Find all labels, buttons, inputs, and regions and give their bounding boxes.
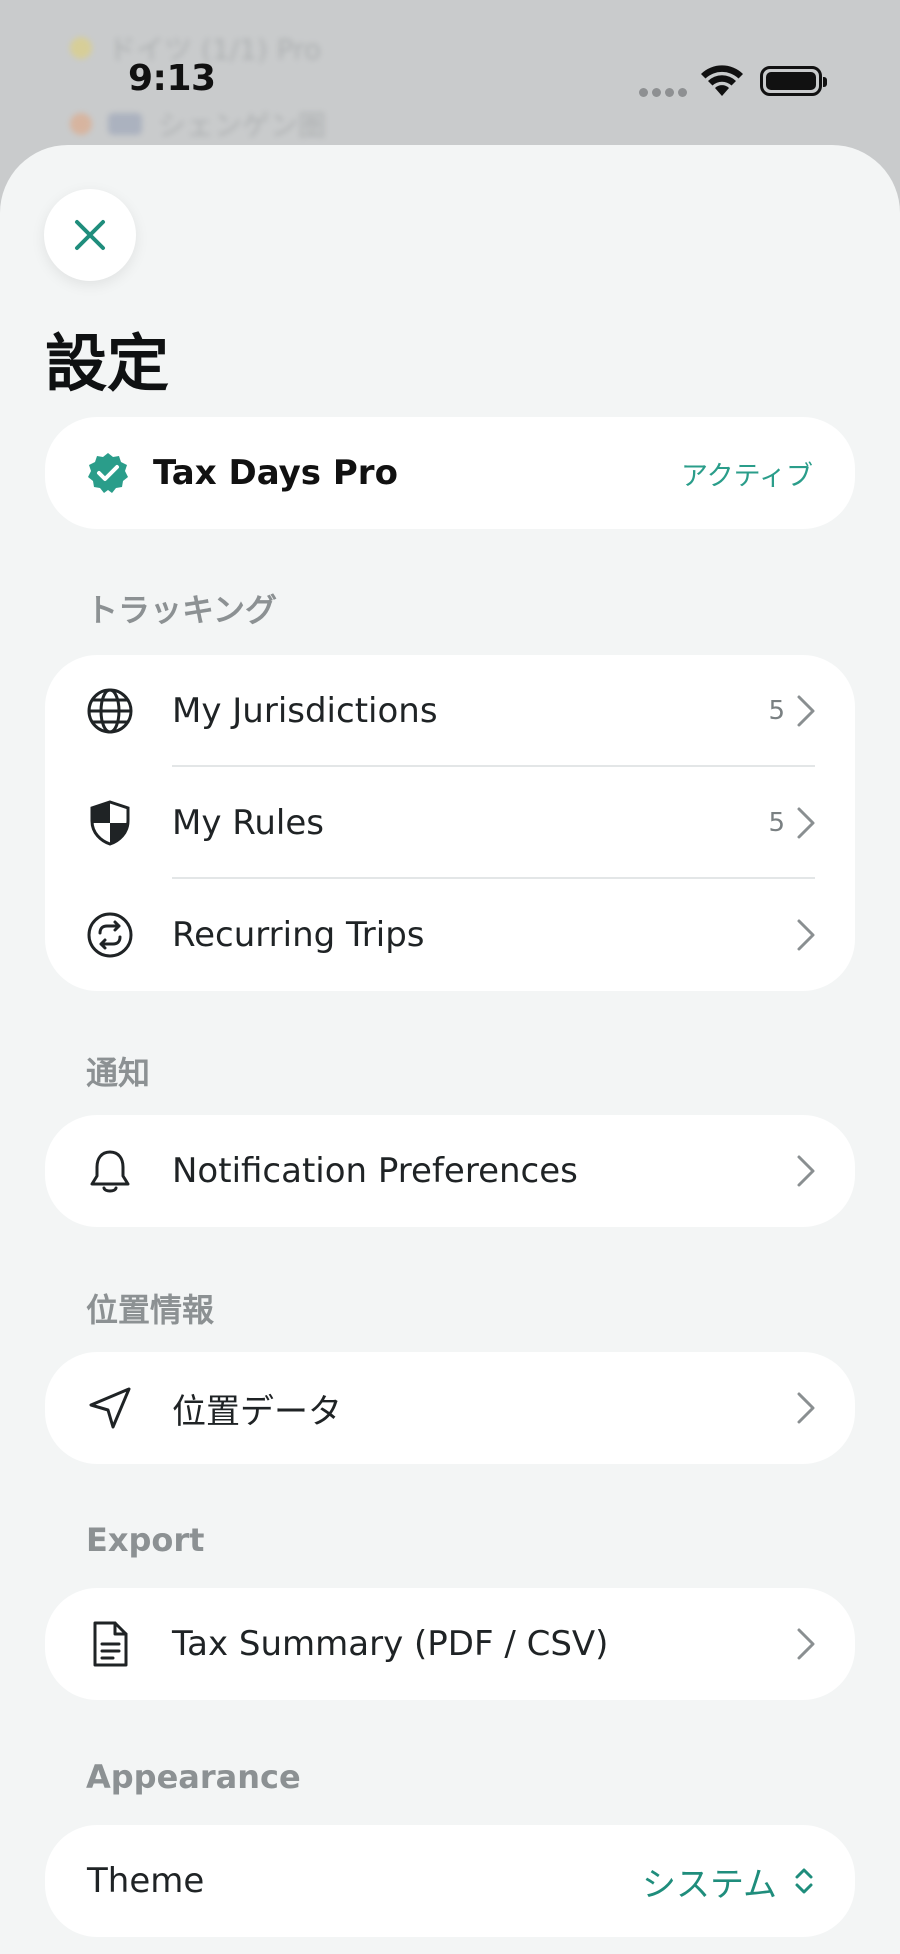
export-card: Tax Summary (PDF / CSV) [45, 1588, 855, 1700]
bell-icon [85, 1146, 135, 1196]
menu-item-recurring-trips[interactable]: Recurring Trips [45, 879, 855, 991]
battery-icon [760, 66, 827, 96]
theme-label: Theme [87, 1861, 205, 1901]
subscription-card[interactable]: Tax Days Pro アクティブ [45, 417, 855, 529]
chevron-right-icon [797, 919, 815, 951]
menu-item-label: Tax Summary (PDF / CSV) [172, 1624, 609, 1664]
count-badge: 5 [768, 808, 785, 838]
chevron-right-icon [797, 1155, 815, 1187]
chevron-right-icon [797, 1392, 815, 1424]
menu-item-label: 位置データ [172, 1391, 342, 1432]
document-icon [85, 1619, 135, 1669]
repeat-icon [85, 910, 135, 960]
tracking-card: My Jurisdictions 5 My Rules 5 Recurring … [45, 655, 855, 991]
close-icon [75, 220, 105, 250]
theme-picker[interactable]: Theme システム [45, 1825, 855, 1937]
cellular-signal-icon [639, 88, 687, 97]
settings-sheet: 設定 Tax Days Pro アクティブ トラッキング My Jurisdic… [0, 145, 900, 1954]
notifications-card: Notification Preferences [45, 1115, 855, 1227]
subscription-status: アクティブ [680, 460, 813, 492]
close-button[interactable] [44, 189, 136, 281]
section-title-location: 位置情報 [86, 1291, 215, 1329]
menu-item-label: Recurring Trips [172, 915, 425, 955]
chevron-right-icon [797, 807, 815, 839]
status-bar: 9:13 [0, 0, 900, 150]
status-time: 9:13 [128, 58, 216, 99]
menu-item-my-rules[interactable]: My Rules 5 [45, 767, 855, 879]
shield-icon [85, 798, 135, 848]
chevron-right-icon [797, 695, 815, 727]
location-arrow-icon [85, 1383, 135, 1433]
wifi-icon [701, 65, 743, 96]
appearance-card: Theme システム [45, 1825, 855, 1937]
menu-item-notification-preferences[interactable]: Notification Preferences [45, 1115, 855, 1227]
chevron-up-down-icon [795, 1868, 813, 1894]
section-title-appearance: Appearance [86, 1758, 301, 1796]
menu-item-my-jurisdictions[interactable]: My Jurisdictions 5 [45, 655, 855, 767]
verified-badge-icon [83, 448, 133, 498]
theme-value[interactable]: システム [642, 1857, 777, 1906]
globe-icon [85, 686, 135, 736]
section-title-notifications: 通知 [86, 1054, 151, 1092]
chevron-right-icon [797, 1628, 815, 1660]
menu-item-tax-summary[interactable]: Tax Summary (PDF / CSV) [45, 1588, 855, 1700]
section-title-tracking: トラッキング [86, 591, 278, 629]
menu-item-label: My Rules [172, 803, 324, 843]
location-card: 位置データ [45, 1352, 855, 1464]
menu-item-label: Notification Preferences [172, 1151, 578, 1191]
subscription-row[interactable]: Tax Days Pro アクティブ [45, 417, 855, 529]
menu-item-label: My Jurisdictions [172, 691, 438, 731]
subscription-name: Tax Days Pro [153, 453, 398, 493]
menu-item-location-data[interactable]: 位置データ [45, 1352, 855, 1464]
section-title-export: Export [86, 1521, 205, 1559]
page-title: 設定 [45, 327, 170, 400]
count-badge: 5 [768, 696, 785, 726]
